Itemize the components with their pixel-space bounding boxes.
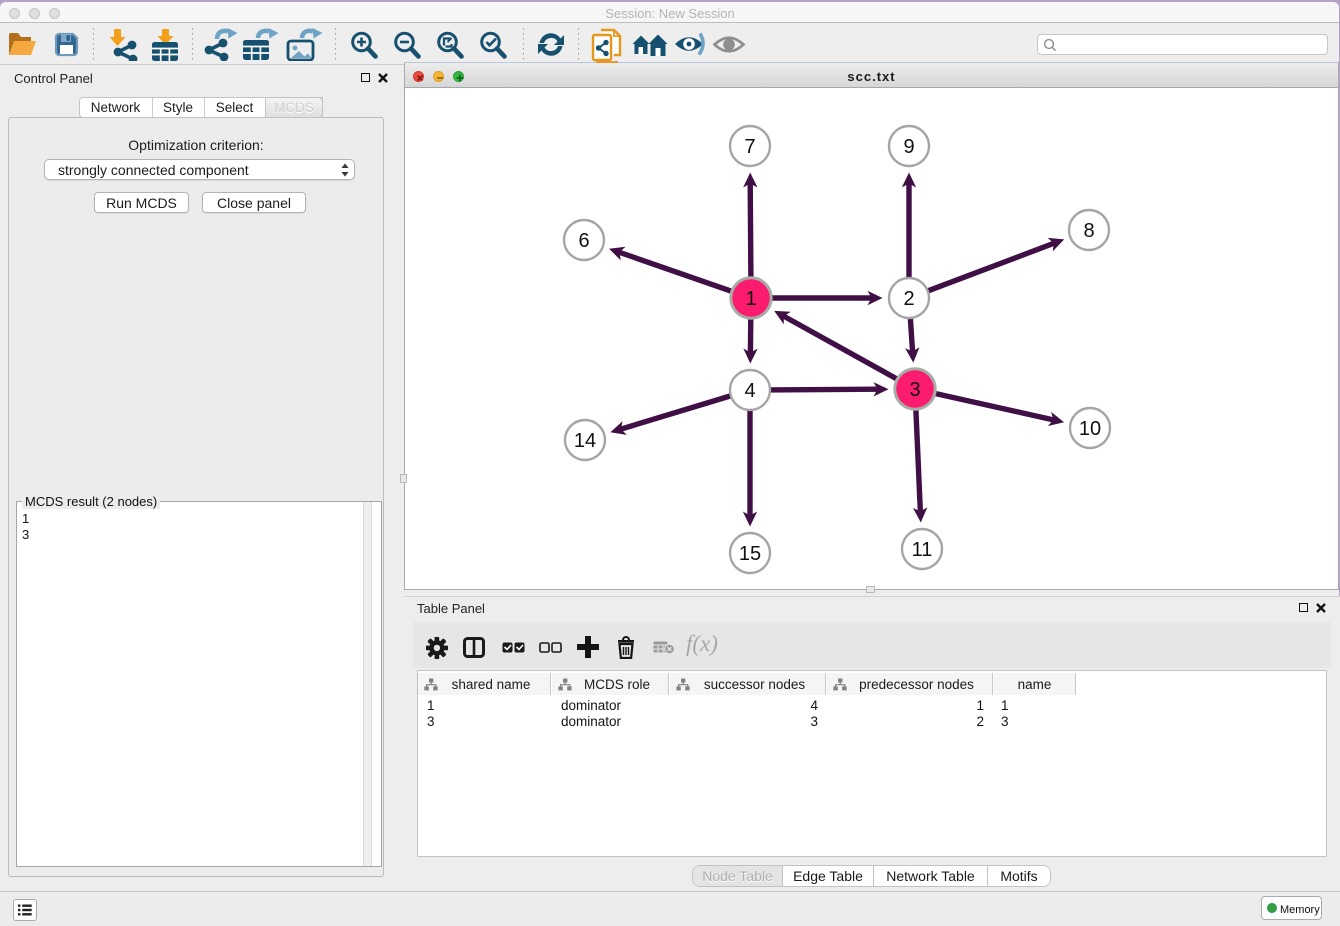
svg-text:11: 11 — [912, 539, 933, 561]
svg-text:6: 6 — [578, 230, 589, 252]
svg-text:7: 7 — [744, 136, 755, 158]
svg-text:9: 9 — [903, 136, 914, 158]
svg-text:2: 2 — [903, 288, 914, 310]
svg-text:10: 10 — [1079, 418, 1101, 440]
svg-text:4: 4 — [744, 380, 755, 402]
svg-text:8: 8 — [1083, 220, 1094, 242]
svg-text:14: 14 — [574, 430, 596, 452]
svg-text:1: 1 — [745, 288, 756, 310]
svg-text:15: 15 — [739, 543, 761, 565]
svg-text:3: 3 — [909, 379, 920, 401]
